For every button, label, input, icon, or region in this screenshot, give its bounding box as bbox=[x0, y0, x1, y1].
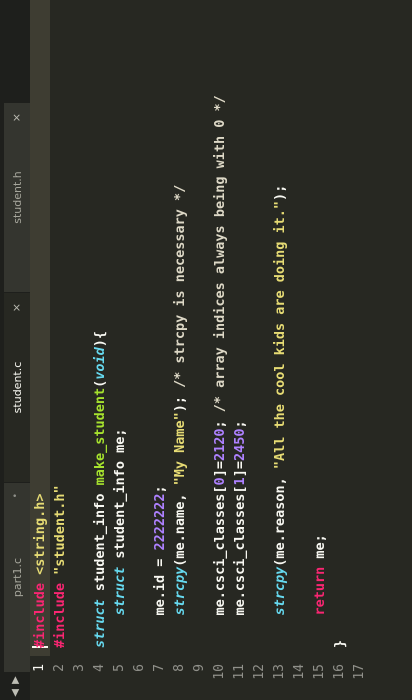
line-number: 12 bbox=[252, 664, 267, 680]
token: #include bbox=[32, 582, 48, 648]
line-number: 8 bbox=[172, 664, 187, 672]
close-icon[interactable]: × bbox=[10, 303, 23, 312]
token: return bbox=[312, 566, 328, 616]
line-number: 9 bbox=[192, 664, 207, 672]
token: /* array indices always being with 0 */ bbox=[212, 95, 228, 413]
tab-part1-c[interactable]: part1.c • bbox=[4, 482, 30, 672]
line-number: 14 bbox=[292, 664, 307, 680]
token: "student.h" bbox=[52, 485, 68, 575]
token: ){ bbox=[92, 330, 108, 348]
line-number: 2 bbox=[52, 664, 67, 672]
token: struct bbox=[92, 599, 108, 648]
code-line-4: struct student_info make_student(void){ bbox=[90, 331, 110, 648]
token: 1 bbox=[232, 477, 248, 486]
token: void bbox=[92, 347, 108, 380]
token: (me.reason, bbox=[272, 469, 288, 567]
line-number: 13 bbox=[272, 664, 287, 680]
tab-label: student.c bbox=[10, 361, 24, 414]
token: student_info bbox=[92, 485, 108, 600]
token: ; bbox=[232, 420, 248, 429]
code-line-13: strcpy(me.reason, "All the cool kids are… bbox=[270, 185, 290, 648]
line-number: 3 bbox=[72, 664, 87, 672]
line-number: 16 bbox=[332, 664, 347, 680]
token: me.id = bbox=[152, 550, 168, 648]
token: strcpy bbox=[272, 566, 288, 616]
token: ; bbox=[212, 412, 228, 429]
line-number: 7 bbox=[152, 664, 167, 672]
token: me.csci_classes[ bbox=[212, 485, 228, 648]
code-line-11: me.csci_classes[1]=2450; bbox=[230, 420, 250, 648]
tab-student-c[interactable]: student.c × bbox=[4, 292, 30, 482]
token: ); bbox=[272, 184, 288, 201]
tab-label: student.h bbox=[10, 171, 24, 224]
editor-window: ◀ ▶ part1.c • student.c × student.h × 1 … bbox=[0, 0, 412, 700]
token: make_student bbox=[92, 387, 108, 486]
code-line-7: me.id = 2222222; bbox=[150, 485, 170, 648]
token: "My Name" bbox=[172, 412, 188, 486]
token: /* strcpy is necessary */ bbox=[172, 184, 188, 388]
token: #include bbox=[52, 582, 68, 648]
code-line-16: } bbox=[330, 640, 350, 648]
token: struct bbox=[112, 566, 128, 616]
code-line-10: me.csci_classes[0]=2120; /* array indice… bbox=[210, 95, 230, 648]
line-number: 17 bbox=[352, 664, 367, 680]
tab-label: part1.c bbox=[10, 557, 24, 598]
code-line-2: #include "student.h" bbox=[50, 485, 70, 648]
line-number-gutter: 1 2 3 4 5 6 7 8 9 10 11 12 13 14 15 16 1… bbox=[30, 656, 412, 700]
code-line-5: struct student_info me; bbox=[110, 429, 130, 648]
token: ( bbox=[92, 379, 108, 388]
code-editor[interactable]: #include <string.h> #include "student.h"… bbox=[30, 0, 412, 648]
token: 0 bbox=[212, 477, 228, 486]
code-line-1: #include <string.h> bbox=[30, 494, 50, 648]
line-number: 4 bbox=[92, 664, 107, 672]
token: ; bbox=[152, 485, 168, 494]
code-line-8: strcpy(me.name, "My Name"); /* strcpy is… bbox=[170, 185, 190, 648]
code-line-15: return me; bbox=[310, 534, 330, 648]
line-number: 15 bbox=[312, 664, 327, 680]
line-number: 11 bbox=[232, 664, 247, 680]
token: <string.h> bbox=[32, 493, 48, 575]
line-number: 10 bbox=[212, 664, 227, 680]
token: ); bbox=[172, 387, 188, 413]
token: student_info me; bbox=[112, 428, 128, 567]
unsaved-dot-icon[interactable]: • bbox=[11, 493, 21, 498]
line-number: 5 bbox=[112, 664, 127, 672]
token: 2120 bbox=[212, 428, 228, 462]
tab-student-h[interactable]: student.h × bbox=[4, 102, 30, 292]
token: "All the cool kids are doing it." bbox=[272, 200, 288, 470]
token: (me.name, bbox=[172, 485, 188, 567]
token: me; bbox=[312, 534, 328, 567]
token: 2450 bbox=[232, 428, 248, 462]
tab-nav-arrows[interactable]: ◀ ▶ bbox=[0, 672, 30, 700]
tab-bar: ◀ ▶ part1.c • student.c × student.h × bbox=[0, 0, 30, 700]
token: ]= bbox=[232, 461, 248, 478]
token: strcpy bbox=[172, 566, 188, 616]
token: ]= bbox=[212, 461, 228, 478]
close-icon[interactable]: × bbox=[10, 113, 23, 122]
line-number: 6 bbox=[132, 664, 147, 672]
token: me.csci_classes[ bbox=[232, 485, 248, 648]
token: 2222222 bbox=[152, 493, 168, 551]
line-number: 1 bbox=[32, 664, 47, 672]
token: } bbox=[332, 639, 348, 648]
